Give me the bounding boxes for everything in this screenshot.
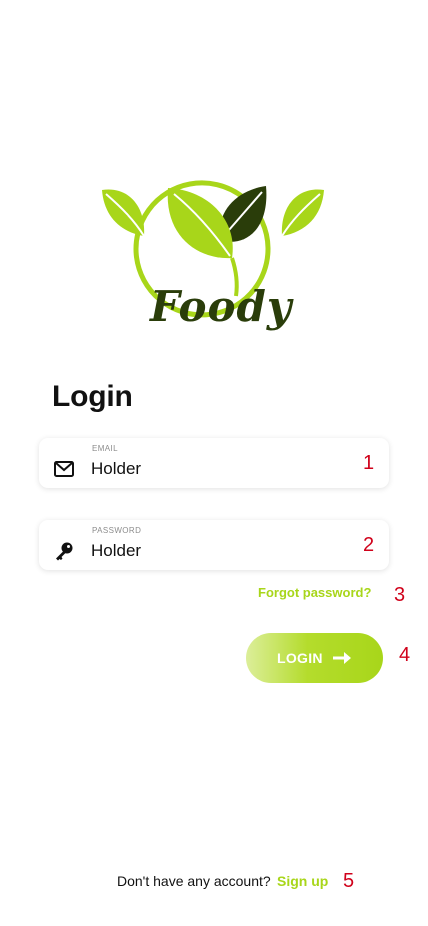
page-title: Login <box>52 380 133 413</box>
password-input[interactable] <box>91 541 351 561</box>
email-input[interactable] <box>91 459 351 479</box>
annotation-2: 2 <box>363 534 375 556</box>
forgot-password-link[interactable]: Forgot password? <box>258 585 371 600</box>
email-label: EMAIL <box>92 444 119 453</box>
arrow-right-icon <box>332 650 354 666</box>
signup-link[interactable]: Sign up <box>277 873 328 889</box>
password-label: PASSWORD <box>92 526 142 535</box>
password-field[interactable]: PASSWORD <box>39 520 389 570</box>
annotation-4: 4 <box>399 644 411 666</box>
annotation-5: 5 <box>343 870 355 892</box>
login-button-label: LOGIN <box>277 650 323 666</box>
annotation-3: 3 <box>394 584 406 606</box>
brand-name: Foody <box>150 282 293 331</box>
signup-prompt: Don't have any account? <box>117 873 271 889</box>
email-field[interactable]: EMAIL <box>39 438 389 488</box>
login-button[interactable]: LOGIN <box>246 633 383 683</box>
annotation-1: 1 <box>363 452 375 474</box>
mail-icon <box>53 458 75 480</box>
key-icon <box>53 540 75 562</box>
